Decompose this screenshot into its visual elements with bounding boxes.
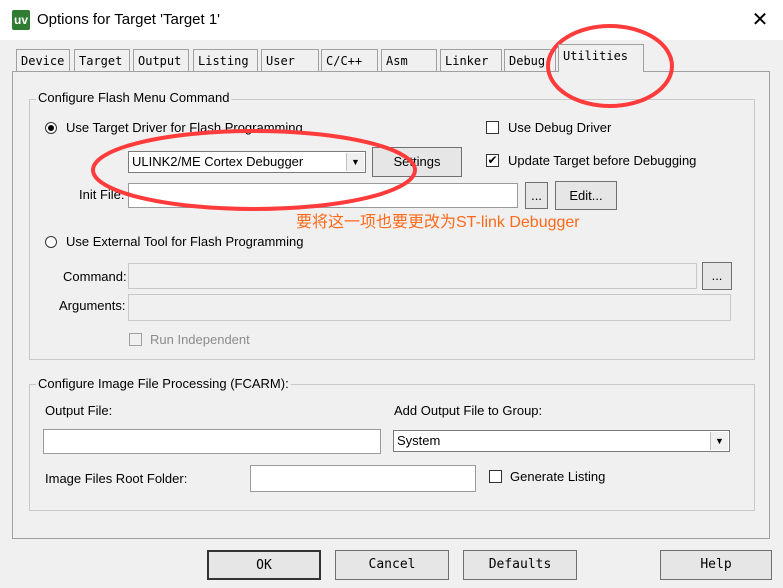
external-tool-radio[interactable] [45,236,57,248]
annotation-note: 要将这一项也要更改为ST-link Debugger [296,214,580,231]
command-browse-button[interactable]: ... [702,262,732,290]
output-file-label: Output File: [45,403,113,418]
chevron-down-icon[interactable]: ▼ [710,432,728,450]
tab-listing[interactable]: Listing [193,49,258,71]
settings-button[interactable]: Settings [372,147,462,177]
help-button[interactable]: Help [660,550,772,580]
generate-listing-checkbox[interactable] [489,470,502,483]
group-select-value: System [397,433,441,448]
ok-button[interactable]: OK [207,550,321,580]
target-driver-label: Use Target Driver for Flash Programming [66,120,303,135]
update-target-label: Update Target before Debugging [508,153,697,168]
run-independent-label: Run Independent [150,332,250,347]
init-file-edit-button[interactable]: Edit... [555,181,617,210]
flash-group-label: Configure Flash Menu Command [36,90,232,105]
add-output-label: Add Output File to Group: [394,403,543,418]
command-input[interactable] [128,263,697,289]
target-driver-radio[interactable] [45,122,57,134]
cancel-button[interactable]: Cancel [335,550,449,580]
generate-listing-label: Generate Listing [510,469,606,484]
root-folder-input[interactable] [250,465,476,492]
root-folder-label: Image Files Root Folder: [45,471,188,486]
driver-select[interactable]: ULINK2/ME Cortex Debugger ▼ [128,151,366,173]
tab-linker[interactable]: Linker [440,49,502,71]
app-icon: uv [12,10,30,30]
defaults-button[interactable]: Defaults [463,550,577,580]
run-independent-checkbox[interactable] [129,333,142,346]
checkmark-icon: ✔ [487,153,498,167]
use-debug-driver-label: Use Debug Driver [508,120,612,135]
window-title: Options for Target 'Target 1' [37,11,221,28]
tab-utilities[interactable]: Utilities [558,44,644,72]
use-debug-driver-checkbox[interactable] [486,121,499,134]
fcarm-group-label: Configure Image File Processing (FCARM): [36,376,291,391]
init-file-browse-button[interactable]: ... [525,182,548,209]
command-label: Command: [63,269,127,284]
tab-target[interactable]: Target [74,49,130,71]
init-file-label: Init File: [79,187,125,202]
output-file-input[interactable] [43,429,381,454]
group-select[interactable]: System ▼ [393,430,730,452]
chevron-down-icon[interactable]: ▼ [346,153,364,171]
driver-select-value: ULINK2/ME Cortex Debugger [132,154,304,169]
close-button[interactable]: ✕ [748,8,772,32]
tab-device[interactable]: Device [16,49,70,71]
tab-user[interactable]: User [261,49,319,71]
arguments-input[interactable] [128,294,731,321]
tab-asm[interactable]: Asm [381,49,437,71]
close-icon: ✕ [751,9,769,31]
external-tool-label: Use External Tool for Flash Programming [66,234,304,249]
tab-debug[interactable]: Debug [504,49,556,71]
arguments-label: Arguments: [59,298,126,313]
tab-cpp[interactable]: C/C++ [321,49,378,71]
init-file-input[interactable] [128,183,518,208]
tab-output[interactable]: Output [133,49,189,71]
update-target-checkbox[interactable]: ✔ [486,154,499,167]
